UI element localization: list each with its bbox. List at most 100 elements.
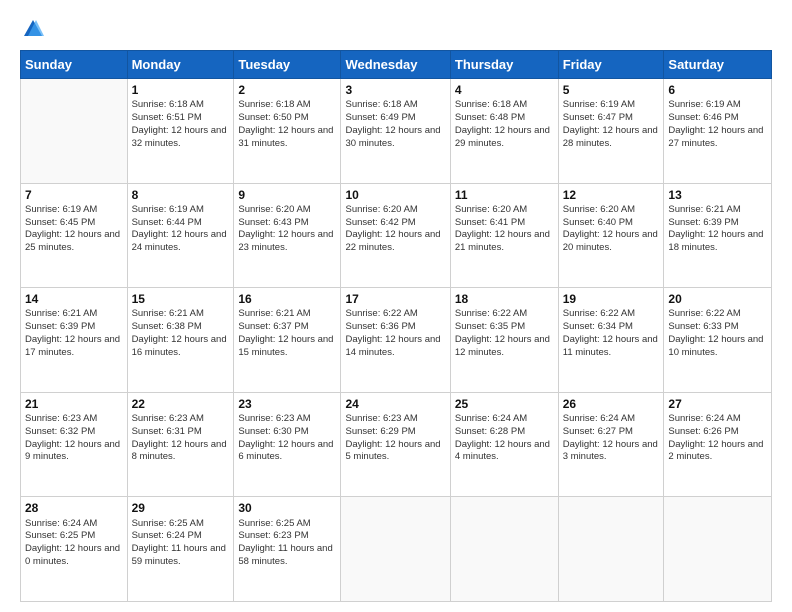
logo-icon <box>22 18 44 40</box>
day-number: 30 <box>238 500 336 516</box>
daylight-text: Daylight: 12 hours and 18 minutes. <box>668 229 763 253</box>
sunset-text: Sunset: 6:23 PM <box>238 530 308 541</box>
day-number: 6 <box>668 82 767 98</box>
daylight-text: Daylight: 12 hours and 21 minutes. <box>455 229 550 253</box>
daylight-text: Daylight: 12 hours and 3 minutes. <box>563 439 658 463</box>
daylight-text: Daylight: 12 hours and 11 minutes. <box>563 334 658 358</box>
weekday-header-tuesday: Tuesday <box>234 51 341 79</box>
calendar-cell <box>664 497 772 602</box>
day-number: 28 <box>25 500 123 516</box>
sunset-text: Sunset: 6:29 PM <box>345 426 415 437</box>
day-number: 13 <box>668 187 767 203</box>
sunset-text: Sunset: 6:28 PM <box>455 426 525 437</box>
daylight-text: Daylight: 12 hours and 23 minutes. <box>238 229 333 253</box>
day-number: 5 <box>563 82 660 98</box>
sunset-text: Sunset: 6:35 PM <box>455 321 525 332</box>
day-number: 3 <box>345 82 445 98</box>
sunset-text: Sunset: 6:51 PM <box>132 112 202 123</box>
page: SundayMondayTuesdayWednesdayThursdayFrid… <box>0 0 792 612</box>
daylight-text: Daylight: 12 hours and 15 minutes. <box>238 334 333 358</box>
calendar-cell: 28 Sunrise: 6:24 AMSunset: 6:25 PM Dayligh… <box>21 497 128 602</box>
calendar-cell: 30 Sunrise: 6:25 AMSunset: 6:23 PM Dayligh… <box>234 497 341 602</box>
day-number: 15 <box>132 291 230 307</box>
daylight-text: Daylight: 12 hours and 0 minutes. <box>25 543 120 567</box>
calendar-cell: 18Sunrise: 6:22 AMSunset: 6:35 PMDayligh… <box>450 288 558 393</box>
daylight-text: Daylight: 12 hours and 17 minutes. <box>25 334 120 358</box>
day-number: 17 <box>345 291 445 307</box>
logo <box>20 18 44 40</box>
calendar-cell: 2Sunrise: 6:18 AMSunset: 6:50 PMDaylight… <box>234 79 341 184</box>
calendar-cell: 20Sunrise: 6:22 AMSunset: 6:33 PMDayligh… <box>664 288 772 393</box>
sunset-text: Sunset: 6:49 PM <box>345 112 415 123</box>
calendar-cell: 17Sunrise: 6:22 AMSunset: 6:36 PMDayligh… <box>341 288 450 393</box>
calendar-cell: 15Sunrise: 6:21 AMSunset: 6:38 PMDayligh… <box>127 288 234 393</box>
calendar-cell: 9Sunrise: 6:20 AMSunset: 6:43 PMDaylight… <box>234 183 341 288</box>
sunrise-text: Sunrise: 6:21 AM <box>668 204 740 215</box>
sunrise-text: Sunrise: 6:25 AM <box>132 518 204 529</box>
sunset-text: Sunset: 6:34 PM <box>563 321 633 332</box>
sunrise-text: Sunrise: 6:25 AM <box>238 518 310 529</box>
sunrise-text: Sunrise: 6:20 AM <box>563 204 635 215</box>
sunrise-text: Sunrise: 6:24 AM <box>668 413 740 424</box>
weekday-header-sunday: Sunday <box>21 51 128 79</box>
daylight-text: Daylight: 12 hours and 28 minutes. <box>563 125 658 149</box>
sunset-text: Sunset: 6:27 PM <box>563 426 633 437</box>
calendar-cell: 22Sunrise: 6:23 AMSunset: 6:31 PMDayligh… <box>127 392 234 497</box>
sunrise-text: Sunrise: 6:22 AM <box>668 308 740 319</box>
sunset-text: Sunset: 6:38 PM <box>132 321 202 332</box>
sunrise-text: Sunrise: 6:24 AM <box>455 413 527 424</box>
calendar-cell: 16Sunrise: 6:21 AMSunset: 6:37 PMDayligh… <box>234 288 341 393</box>
day-number: 7 <box>25 187 123 203</box>
calendar-cell: 8Sunrise: 6:19 AMSunset: 6:44 PMDaylight… <box>127 183 234 288</box>
daylight-text: Daylight: 12 hours and 9 minutes. <box>25 439 120 463</box>
sunrise-text: Sunrise: 6:23 AM <box>345 413 417 424</box>
calendar-cell <box>21 79 128 184</box>
sunrise-text: Sunrise: 6:24 AM <box>563 413 635 424</box>
day-number: 25 <box>455 396 554 412</box>
sunrise-text: Sunrise: 6:21 AM <box>238 308 310 319</box>
day-number: 14 <box>25 291 123 307</box>
day-number: 29 <box>132 500 230 516</box>
sunset-text: Sunset: 6:40 PM <box>563 217 633 228</box>
calendar-cell: 12Sunrise: 6:20 AMSunset: 6:40 PMDayligh… <box>558 183 664 288</box>
sunset-text: Sunset: 6:46 PM <box>668 112 738 123</box>
calendar-cell: 11Sunrise: 6:20 AMSunset: 6:41 PMDayligh… <box>450 183 558 288</box>
sunset-text: Sunset: 6:26 PM <box>668 426 738 437</box>
sunset-text: Sunset: 6:31 PM <box>132 426 202 437</box>
sunrise-text: Sunrise: 6:19 AM <box>563 99 635 110</box>
daylight-text: Daylight: 11 hours and 59 minutes. <box>132 543 226 567</box>
sunset-text: Sunset: 6:33 PM <box>668 321 738 332</box>
sunset-text: Sunset: 6:48 PM <box>455 112 525 123</box>
sunrise-text: Sunrise: 6:24 AM <box>25 518 97 529</box>
day-number: 12 <box>563 187 660 203</box>
weekday-header-monday: Monday <box>127 51 234 79</box>
calendar-table: SundayMondayTuesdayWednesdayThursdayFrid… <box>20 50 772 602</box>
daylight-text: Daylight: 12 hours and 14 minutes. <box>345 334 440 358</box>
sunset-text: Sunset: 6:30 PM <box>238 426 308 437</box>
daylight-text: Daylight: 12 hours and 6 minutes. <box>238 439 333 463</box>
sunrise-text: Sunrise: 6:21 AM <box>25 308 97 319</box>
daylight-text: Daylight: 12 hours and 4 minutes. <box>455 439 550 463</box>
day-number: 27 <box>668 396 767 412</box>
sunset-text: Sunset: 6:25 PM <box>25 530 95 541</box>
calendar-cell: 6Sunrise: 6:19 AMSunset: 6:46 PMDaylight… <box>664 79 772 184</box>
sunset-text: Sunset: 6:24 PM <box>132 530 202 541</box>
sunrise-text: Sunrise: 6:18 AM <box>238 99 310 110</box>
sunset-text: Sunset: 6:47 PM <box>563 112 633 123</box>
daylight-text: Daylight: 12 hours and 8 minutes. <box>132 439 227 463</box>
sunset-text: Sunset: 6:37 PM <box>238 321 308 332</box>
daylight-text: Daylight: 11 hours and 58 minutes. <box>238 543 332 567</box>
sunrise-text: Sunrise: 6:18 AM <box>132 99 204 110</box>
day-number: 10 <box>345 187 445 203</box>
daylight-text: Daylight: 12 hours and 27 minutes. <box>668 125 763 149</box>
daylight-text: Daylight: 12 hours and 22 minutes. <box>345 229 440 253</box>
sunset-text: Sunset: 6:36 PM <box>345 321 415 332</box>
sunset-text: Sunset: 6:50 PM <box>238 112 308 123</box>
calendar-cell: 4Sunrise: 6:18 AMSunset: 6:48 PMDaylight… <box>450 79 558 184</box>
day-number: 18 <box>455 291 554 307</box>
day-number: 19 <box>563 291 660 307</box>
day-number: 4 <box>455 82 554 98</box>
daylight-text: Daylight: 12 hours and 25 minutes. <box>25 229 120 253</box>
sunrise-text: Sunrise: 6:23 AM <box>25 413 97 424</box>
weekday-header-saturday: Saturday <box>664 51 772 79</box>
